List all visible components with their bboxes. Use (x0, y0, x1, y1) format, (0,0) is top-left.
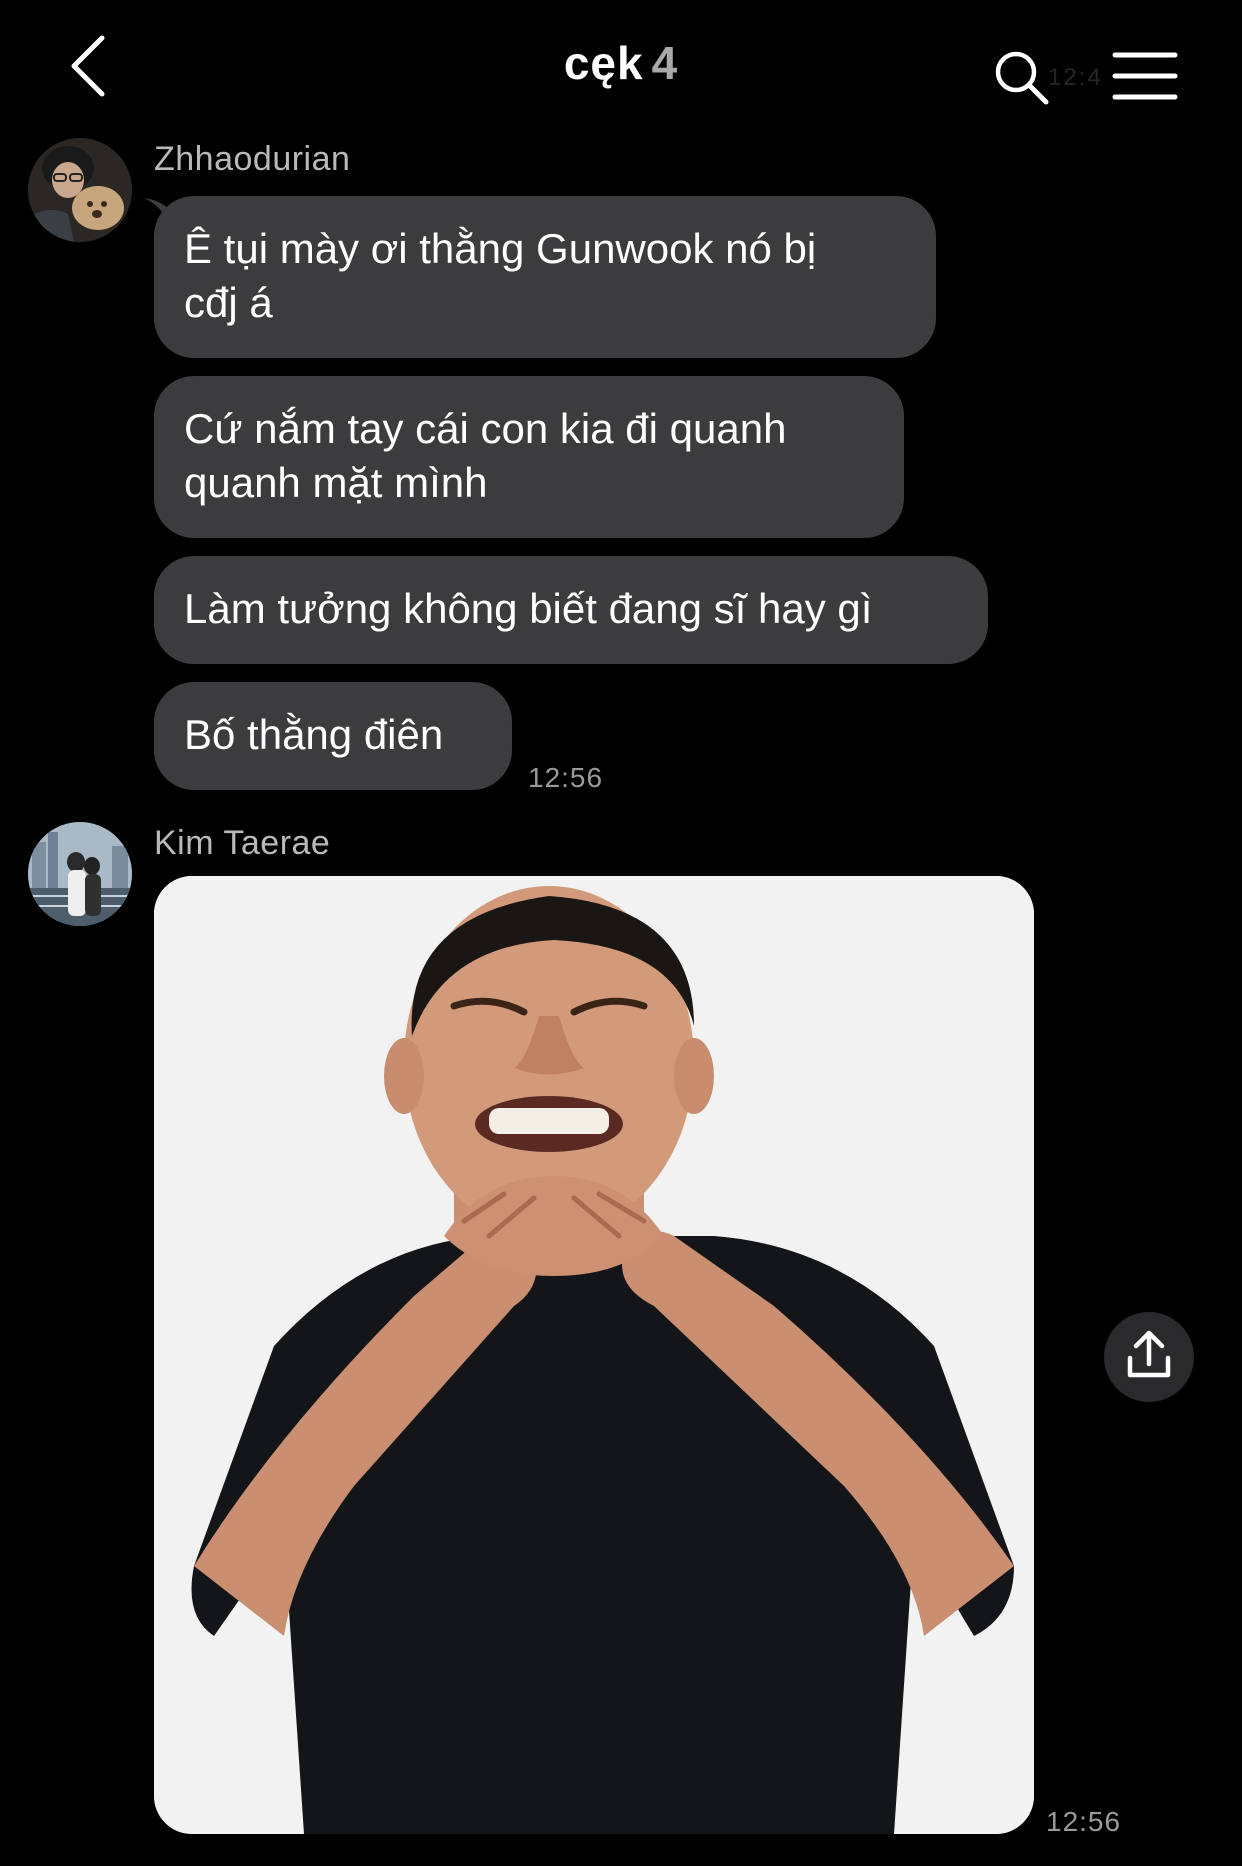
chat-screen: cęk 4 12:4 Zhhaodurian Ê tụi mày ơi thằn… (0, 0, 1242, 1866)
hamburger-menu-icon (1112, 52, 1178, 100)
message-text-line: Cứ nắm tay cái con kia đi quanh (184, 405, 787, 452)
share-button[interactable] (1104, 1312, 1194, 1402)
message-timestamp: 12:56 (528, 762, 604, 793)
profile-photo (28, 138, 132, 242)
message-timestamp: 12:56 (1046, 1806, 1122, 1837)
profile-photo (28, 822, 132, 926)
faded-time-text: 12:4 (1048, 64, 1103, 91)
message-text-line: quanh mặt mình (184, 459, 488, 506)
avatar[interactable] (28, 822, 132, 926)
share-upload-icon (1127, 1330, 1171, 1378)
message-text-line: Làm tưởng không biết đang sĩ hay gì (184, 585, 873, 632)
chat-header: cęk 4 12:4 (0, 0, 1242, 130)
message-bubble[interactable]: Ê tụi mày ơi thằng Gunwook nó bị cđj á (154, 196, 936, 358)
sender-name: Zhhaodurian (154, 140, 351, 178)
message-text-line: cđj á (184, 279, 273, 326)
member-count: 4 (651, 37, 679, 89)
photo-man-crossed-arms (154, 876, 1034, 1834)
message-bubble[interactable]: Làm tưởng không biết đang sĩ hay gì (154, 556, 988, 664)
message-bubble[interactable]: Bố thằng điên (154, 682, 512, 790)
search-icon (995, 51, 1049, 105)
avatar[interactable] (28, 138, 132, 242)
group-name: cęk (563, 37, 644, 89)
sender-name: Kim Taerae (154, 824, 331, 862)
message-bubble[interactable]: Cứ nắm tay cái con kia đi quanh quanh mặ… (154, 376, 904, 538)
image-message[interactable] (154, 876, 1034, 1834)
message-text-line: Ê tụi mày ơi thằng Gunwook nó bị (184, 225, 817, 272)
message-text-line: Bố thằng điên (184, 711, 444, 758)
menu-button[interactable] (1112, 50, 1178, 102)
search-button[interactable] (992, 48, 1052, 108)
